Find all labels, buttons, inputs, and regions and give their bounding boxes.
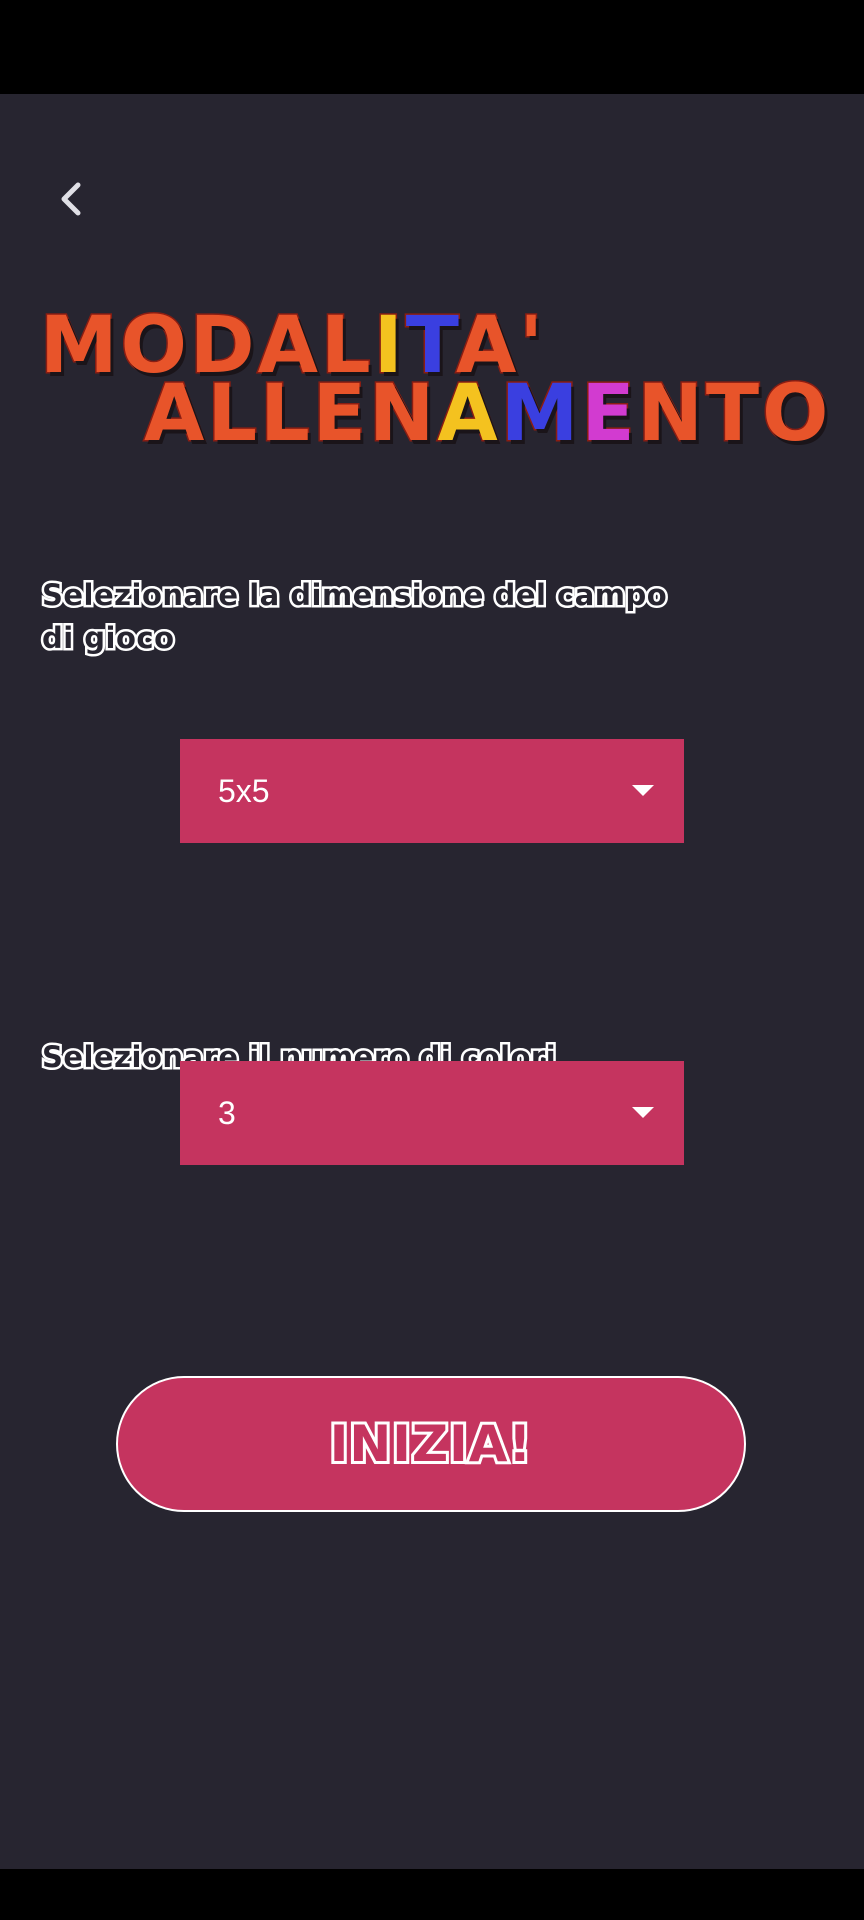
board-size-value: 5x5 xyxy=(218,773,270,809)
back-button[interactable] xyxy=(46,164,96,234)
chevron-left-icon xyxy=(61,182,81,216)
title-part: M xyxy=(499,369,582,459)
board-size-label: Selezionare la dimensione del campo di g… xyxy=(40,576,670,658)
title-part: A xyxy=(436,369,501,459)
board-size-dropdown[interactable]: 5x5 xyxy=(180,739,684,843)
title-part: ALLEN xyxy=(142,369,438,459)
training-mode-screen: MODALITA' ALLENAMENTO Selezionare la dim… xyxy=(0,94,864,1869)
navigation-bar xyxy=(0,1869,864,1920)
page-title: MODALITA' ALLENAMENTO xyxy=(39,306,840,455)
start-button-label: INIZIA! xyxy=(327,1412,534,1476)
color-count-dropdown[interactable]: 3 xyxy=(180,1061,684,1165)
status-bar xyxy=(0,0,864,94)
title-part: NTO xyxy=(636,369,832,459)
start-button[interactable]: INIZIA! xyxy=(116,1376,746,1512)
page-title-line-2: ALLENAMENTO xyxy=(40,374,840,455)
color-count-value: 3 xyxy=(218,1095,236,1131)
dropdown-arrow-icon xyxy=(632,1107,654,1118)
dropdown-arrow-icon xyxy=(632,785,654,796)
title-part: E xyxy=(580,369,638,459)
